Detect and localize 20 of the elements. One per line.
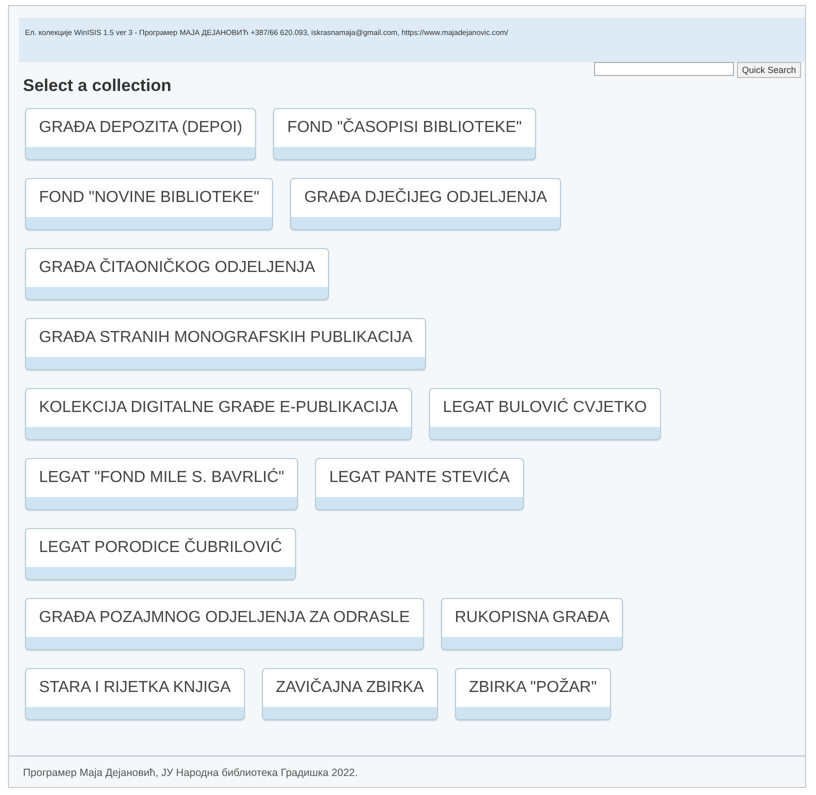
collection-button[interactable]: GRAĐA DEPOZITA (DEPOI) [25, 108, 256, 160]
collection-button[interactable]: LEGAT "FOND MILE S. BAVRLIĆ" [25, 458, 298, 510]
collection-button[interactable]: RUKOPISNA GRAĐA [440, 598, 624, 650]
collection-button[interactable]: GRAĐA STRANIH MONOGRAFSKIH PUBLIKACIJA [25, 318, 426, 370]
collection-button[interactable]: LEGAT BULOVIĆ CVJETKO [428, 388, 661, 440]
collection-button[interactable]: STARA I RIJETKA KNJIGA [25, 668, 245, 720]
footer-text: Програмер Маја Дејановић, ЈУ Народна библиотека Градишка 2022. [23, 767, 359, 779]
collection-button[interactable]: ZBIRKA "POŽAR" [454, 668, 611, 720]
collection-button[interactable]: LEGAT PANTE STEVIĆA [315, 458, 524, 510]
collection-button[interactable]: ZAVIČAJNA ZBIRKA [262, 668, 438, 720]
quick-search-button[interactable]: Quick Search [736, 62, 801, 78]
collection-button[interactable]: GRAĐA DJEČIJEG ODJELJENJA [290, 178, 562, 230]
section-title: Select a collection [23, 76, 172, 96]
collection-button[interactable]: KOLEKCIJA DIGITALNE GRAĐE E-PUBLIKACIJA [25, 388, 412, 440]
collection-button[interactable]: FOND "NOVINE BIBLIOTEKE" [25, 178, 274, 230]
collection-button[interactable]: GRAĐA ČITAONIČKOG ODJELJENJA [25, 248, 330, 300]
collection-button[interactable]: FOND "ČASOPISI BIBLIOTEKE" [273, 108, 536, 160]
search-field[interactable] [594, 62, 734, 76]
collection-button[interactable]: GRAĐA POZAJMNOG ODJELJENJA ZA ODRASLE [25, 598, 424, 650]
collection-button[interactable]: LEGAT PORODICE ČUBRILOVIĆ [25, 528, 296, 580]
